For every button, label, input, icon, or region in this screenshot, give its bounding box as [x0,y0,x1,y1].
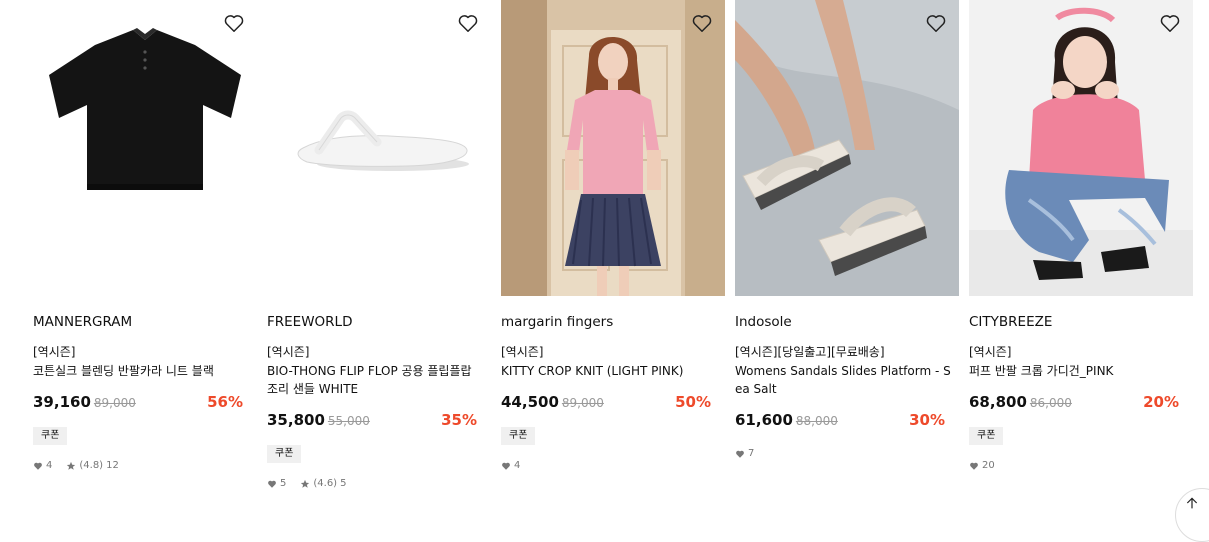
wishlist-heart-icon[interactable] [691,12,713,34]
brand-name[interactable]: CITYBREEZE [969,314,1193,330]
arrow-up-icon [1186,497,1198,509]
brand-name[interactable]: MANNERGRAM [33,314,257,330]
product-title[interactable]: 퍼프 반팔 크롭 가디건_PINK [969,362,1193,380]
price-row: 68,800 86,000 20% [969,393,1193,415]
rating: (4.6) [313,478,338,489]
heart-icon [970,462,978,470]
product-title[interactable]: Womens Sandals Slides Platform - Sea Sal… [735,362,959,398]
review-count: 12 [106,460,119,471]
product-title[interactable]: KITTY CROP KNIT (LIGHT PINK) [501,362,725,380]
pink-cardigan-model-image [969,0,1193,296]
discount-rate: 30% [909,411,945,429]
product-tag: [역시즌] [501,345,544,359]
product-stats: 20 [969,460,1193,471]
product-card[interactable]: FREEWORLD [역시즌] BIO-THONG FLIP FLOP 공용 플… [267,0,491,489]
product-grid: MANNERGRAM [역시즌] 코튼실크 블렌딩 반팔카라 니트 블랙 39,… [33,0,1193,489]
review-count: 5 [340,478,347,489]
wishlist-heart-icon[interactable] [223,12,245,34]
product-image[interactable] [735,0,959,296]
product-card[interactable]: CITYBREEZE [역시즌] 퍼프 반팔 크롭 가디건_PINK 68,80… [969,0,1193,489]
price-row: 39,160 89,000 56% [33,393,257,415]
product-image[interactable] [501,0,725,296]
pink-knit-model-image [501,0,725,296]
discount-rate: 50% [675,393,711,411]
product-card[interactable]: Indosole [역시즌][당일출고][무료배송] Womens Sandal… [735,0,959,489]
white-flip-flop-image [267,0,491,296]
product-card[interactable]: margarin fingers [역시즌] KITTY CROP KNIT (… [501,0,725,489]
product-stats: 4 (4.8) 12 [33,460,257,471]
product-stats: 4 [501,460,725,471]
rating: (4.8) [79,460,104,471]
discount-rate: 35% [441,411,477,429]
like-count: 7 [748,448,755,459]
coupon-badge: 쿠폰 [33,427,68,445]
brand-name[interactable]: FREEWORLD [267,314,491,330]
discount-rate: 56% [207,393,243,411]
heart-icon [268,480,276,488]
heart-icon [502,462,510,470]
heart-icon [34,462,42,470]
star-icon [67,461,76,470]
product-stats: 7 [735,448,959,459]
product-tag: [역시즌] [969,345,1012,359]
like-count: 4 [514,460,521,471]
product-title[interactable]: 코튼실크 블렌딩 반팔카라 니트 블랙 [33,362,257,380]
black-polo-knit-image [33,0,257,296]
scroll-to-top-button[interactable] [1175,488,1209,542]
discount-rate: 20% [1143,393,1179,411]
price-row: 61,600 88,000 30% [735,411,959,433]
star-icon [301,479,310,488]
original-price: 86,000 [1029,396,1072,410]
original-price: 89,000 [93,396,136,410]
wishlist-heart-icon[interactable] [1159,12,1181,34]
product-stats: 5 (4.6) 5 [267,478,491,489]
sale-price: 68,800 [969,393,1027,411]
brand-name[interactable]: Indosole [735,314,959,330]
heart-icon [736,450,744,458]
product-card[interactable]: MANNERGRAM [역시즌] 코튼실크 블렌딩 반팔카라 니트 블랙 39,… [33,0,257,489]
price-row: 44,500 89,000 50% [501,393,725,415]
like-count: 4 [46,460,53,471]
product-image[interactable] [267,0,491,296]
product-tag: [역시즌][당일출고][무료배송] [735,345,885,359]
wishlist-heart-icon[interactable] [925,12,947,34]
like-count: 20 [982,460,995,471]
product-tag: [역시즌] [33,345,76,359]
platform-slides-image [735,0,959,296]
brand-name[interactable]: margarin fingers [501,314,725,330]
original-price: 55,000 [327,414,370,428]
coupon-badge: 쿠폰 [267,445,302,463]
sale-price: 39,160 [33,393,91,411]
original-price: 89,000 [561,396,604,410]
wishlist-heart-icon[interactable] [457,12,479,34]
price-row: 35,800 55,000 35% [267,411,491,433]
product-title[interactable]: BIO-THONG FLIP FLOP 공용 플립플랍 조리 샌들 WHITE [267,362,491,398]
coupon-badge: 쿠폰 [501,427,536,445]
sale-price: 44,500 [501,393,559,411]
product-image[interactable] [33,0,257,296]
product-tag: [역시즌] [267,345,310,359]
product-image[interactable] [969,0,1193,296]
original-price: 88,000 [795,414,838,428]
like-count: 5 [280,478,287,489]
sale-price: 35,800 [267,411,325,429]
coupon-badge: 쿠폰 [969,427,1004,445]
sale-price: 61,600 [735,411,793,429]
